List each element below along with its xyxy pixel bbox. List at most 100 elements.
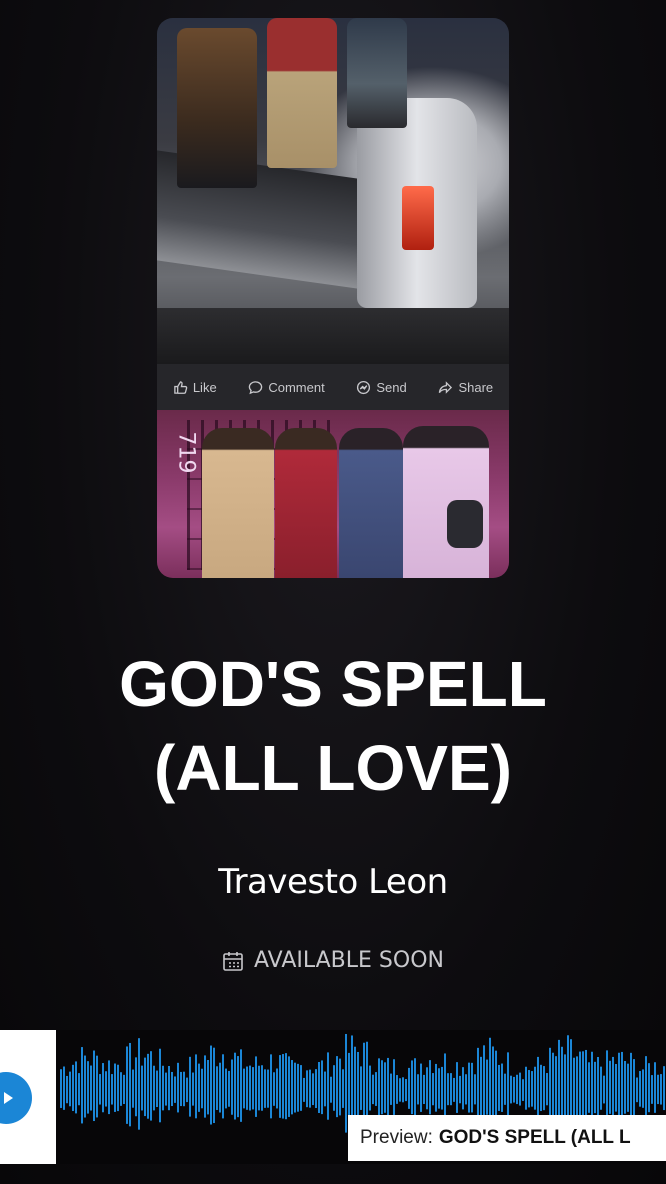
waveform-bar bbox=[456, 1062, 458, 1113]
waveform-bar bbox=[564, 1054, 566, 1119]
waveform-bar bbox=[606, 1050, 608, 1122]
waveform-bar bbox=[63, 1066, 65, 1110]
waveform-bar bbox=[648, 1063, 650, 1113]
waveform-bar bbox=[171, 1071, 173, 1107]
waveform-bar bbox=[60, 1069, 62, 1108]
messenger-icon bbox=[357, 380, 371, 394]
waveform-bar bbox=[384, 1062, 386, 1113]
waveform-bar bbox=[555, 1056, 557, 1118]
comment-label: Comment bbox=[268, 379, 325, 395]
waveform-bar bbox=[312, 1073, 314, 1106]
waveform-bar bbox=[324, 1071, 326, 1107]
comment-button[interactable]: Comment bbox=[248, 379, 325, 395]
waveform-bar bbox=[495, 1050, 497, 1121]
waveform-bar bbox=[486, 1059, 488, 1115]
send-button[interactable]: Send bbox=[356, 379, 407, 395]
waveform-bar bbox=[396, 1075, 398, 1104]
waveform-bar bbox=[381, 1060, 383, 1115]
waveform-bar bbox=[474, 1074, 476, 1105]
waveform-bar bbox=[279, 1055, 281, 1118]
waveform-bar bbox=[444, 1053, 446, 1119]
waveform-bar bbox=[654, 1062, 656, 1113]
waveform-bar bbox=[534, 1066, 536, 1110]
preview-label: Preview: GOD'S SPELL (ALL L bbox=[348, 1115, 666, 1161]
waveform-bar bbox=[207, 1059, 209, 1115]
waveform-bar bbox=[258, 1065, 260, 1111]
waveform-bar bbox=[585, 1049, 587, 1122]
availability-status: AVAILABLE SOON bbox=[0, 948, 666, 973]
waveform-bar bbox=[528, 1070, 530, 1108]
waveform-bar bbox=[543, 1066, 545, 1111]
send-label: Send bbox=[376, 379, 407, 395]
waveform-bar bbox=[87, 1061, 89, 1114]
waveform-bar bbox=[273, 1072, 275, 1106]
artist-name: Travesto Leon bbox=[218, 862, 448, 902]
waveform-bar bbox=[657, 1074, 659, 1105]
waveform-bar bbox=[288, 1056, 290, 1117]
waveform-bar bbox=[462, 1067, 464, 1110]
waveform-bar bbox=[519, 1072, 521, 1106]
waveform-bar bbox=[537, 1056, 539, 1117]
waveform-bar bbox=[339, 1058, 341, 1116]
waveform-bar bbox=[147, 1053, 149, 1119]
waveform-bar bbox=[636, 1077, 638, 1103]
waveform-bar bbox=[498, 1064, 500, 1111]
waveform-bar bbox=[633, 1059, 635, 1116]
waveform-bar bbox=[264, 1069, 266, 1108]
waveform-bar bbox=[150, 1051, 152, 1121]
waveform-bar bbox=[219, 1062, 221, 1113]
waveform-bar bbox=[429, 1060, 431, 1115]
waveform-bar bbox=[216, 1066, 218, 1110]
photo-person bbox=[339, 428, 403, 578]
waveform-bar bbox=[306, 1070, 308, 1108]
waveform-bar bbox=[237, 1056, 239, 1118]
waveform-bar bbox=[612, 1056, 614, 1117]
waveform-bar bbox=[177, 1062, 179, 1113]
share-arrow-icon bbox=[439, 380, 453, 394]
waveform-bar bbox=[231, 1059, 233, 1115]
preview-track-title: GOD'S SPELL (ALL L bbox=[438, 1127, 631, 1148]
track-title: GOD'S SPELL (ALL LOVE) bbox=[0, 642, 666, 810]
waveform-bar bbox=[138, 1038, 140, 1130]
play-button[interactable] bbox=[0, 1072, 32, 1124]
waveform-bar bbox=[159, 1048, 161, 1123]
like-button[interactable]: Like bbox=[173, 380, 217, 395]
waveform-bar bbox=[195, 1054, 197, 1119]
waveform-bar bbox=[315, 1069, 317, 1109]
waveform-bar bbox=[423, 1074, 425, 1104]
waveform-bar bbox=[348, 1052, 350, 1120]
waveform-bar bbox=[435, 1063, 437, 1112]
truck-photo bbox=[157, 18, 509, 364]
waveform-bar bbox=[609, 1060, 611, 1114]
waveform-bar bbox=[642, 1069, 644, 1108]
waveform-bar bbox=[465, 1074, 467, 1105]
waveform-bar bbox=[333, 1065, 335, 1111]
waveform-bar bbox=[645, 1056, 647, 1118]
waveform-bar bbox=[309, 1069, 311, 1108]
waveform-bar bbox=[282, 1054, 284, 1119]
waveform-bar bbox=[174, 1076, 176, 1103]
waveform-bar bbox=[375, 1072, 377, 1106]
waveform-bar bbox=[342, 1069, 344, 1108]
waveform-bar bbox=[108, 1060, 110, 1115]
waveform-bar bbox=[573, 1057, 575, 1116]
waveform-bar bbox=[552, 1052, 554, 1120]
waveform-bar bbox=[513, 1076, 515, 1103]
waveform-bar bbox=[180, 1071, 182, 1107]
waveform-bar bbox=[276, 1068, 278, 1109]
photo-person bbox=[275, 428, 337, 578]
share-button[interactable]: Share bbox=[438, 380, 493, 395]
waveform-bar bbox=[228, 1070, 230, 1107]
waveform-bar bbox=[480, 1056, 482, 1117]
post-card: Like Comment Send Share 719 bbox=[157, 18, 509, 578]
waveform-bar bbox=[141, 1065, 143, 1111]
waveform-bar bbox=[468, 1062, 470, 1113]
waveform-bar bbox=[84, 1055, 86, 1118]
waveform-bar bbox=[291, 1060, 293, 1115]
waveform-bar bbox=[165, 1072, 167, 1106]
waveform-bar bbox=[192, 1072, 194, 1106]
waveform-bar bbox=[186, 1077, 188, 1103]
waveform-bar bbox=[369, 1065, 371, 1111]
waveform-bar bbox=[225, 1068, 227, 1109]
photo-person bbox=[267, 18, 337, 168]
